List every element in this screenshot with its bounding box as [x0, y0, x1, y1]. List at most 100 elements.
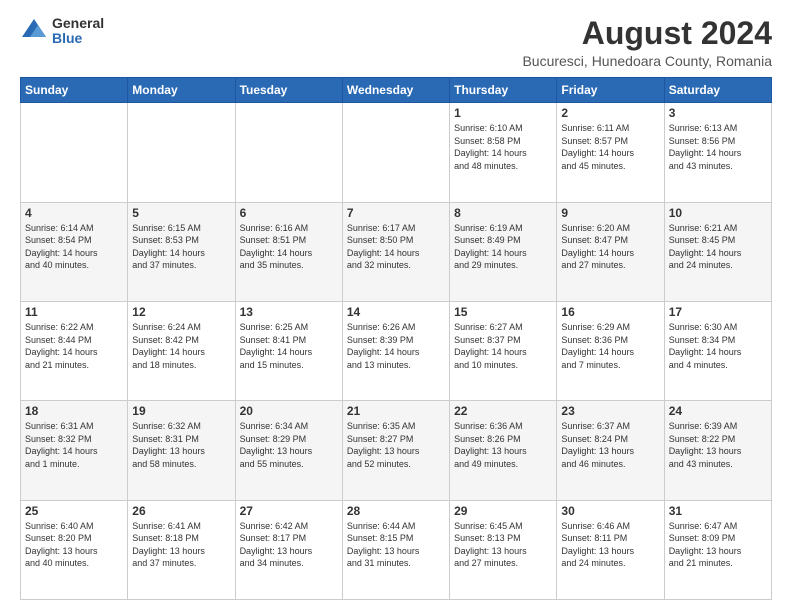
day-num-4-5: 30: [561, 504, 659, 518]
cell-3-3: 21Sunrise: 6:35 AM Sunset: 8:27 PM Dayli…: [342, 401, 449, 500]
logo-blue-text: Blue: [52, 31, 104, 46]
day-info-2-0: Sunrise: 6:22 AM Sunset: 8:44 PM Dayligh…: [25, 321, 123, 371]
day-info-2-2: Sunrise: 6:25 AM Sunset: 8:41 PM Dayligh…: [240, 321, 338, 371]
day-info-2-1: Sunrise: 6:24 AM Sunset: 8:42 PM Dayligh…: [132, 321, 230, 371]
day-info-4-4: Sunrise: 6:45 AM Sunset: 8:13 PM Dayligh…: [454, 520, 552, 570]
day-info-4-1: Sunrise: 6:41 AM Sunset: 8:18 PM Dayligh…: [132, 520, 230, 570]
page: General Blue August 2024 Bucuresci, Hune…: [0, 0, 792, 612]
day-info-2-3: Sunrise: 6:26 AM Sunset: 8:39 PM Dayligh…: [347, 321, 445, 371]
week-row-3: 18 Sunrise: 6:31 AM Sunset: 8:32 PM Dayli…: [21, 401, 772, 500]
cell-2-1: 12 Sunrise: 6:24 AM Sunset: 8:42 PM Dayli…: [128, 301, 235, 400]
day-info-1-1: Sunrise: 6:15 AM Sunset: 8:53 PM Dayligh…: [132, 222, 230, 272]
cell-1-4: 8Sunrise: 6:19 AM Sunset: 8:49 PM Daylig…: [450, 202, 557, 301]
day-num-1-0: 4: [25, 206, 123, 220]
day-info-4-5: Sunrise: 6:46 AM Sunset: 8:11 PM Dayligh…: [561, 520, 659, 570]
day-info-1-0: Sunrise: 6:14 AM Sunset: 8:54 PM Dayligh…: [25, 222, 123, 272]
day-info-1-5: Sunrise: 6:20 AM Sunset: 8:47 PM Dayligh…: [561, 222, 659, 272]
day-num-4-6: 31: [669, 504, 767, 518]
cell-3-2: 20 Sunrise: 6:34 AM Sunset: 8:29 PM Dayli…: [235, 401, 342, 500]
cell-0-6: 3 Sunrise: 6:13 AM Sunset: 8:56 PM Daylig…: [664, 103, 771, 202]
col-thursday: Thursday: [450, 78, 557, 103]
cell-2-2: 13 Sunrise: 6:25 AM Sunset: 8:41 PM Dayli…: [235, 301, 342, 400]
header-row: Sunday Monday Tuesday Wednesday Thursday…: [21, 78, 772, 103]
col-monday: Monday: [128, 78, 235, 103]
day-num-1-6: 10: [669, 206, 767, 220]
day-info-4-6: Sunrise: 6:47 AM Sunset: 8:09 PM Dayligh…: [669, 520, 767, 570]
day-num-4-3: 28: [347, 504, 445, 518]
day-num-3-1: 19: [132, 404, 230, 418]
day-info-0-4: Sunrise: 6:10 AM Sunset: 8:58 PM Dayligh…: [454, 122, 552, 172]
cell-0-1: [128, 103, 235, 202]
cell-3-4: 22Sunrise: 6:36 AM Sunset: 8:26 PM Dayli…: [450, 401, 557, 500]
col-friday: Friday: [557, 78, 664, 103]
cell-4-5: 30 Sunrise: 6:46 AM Sunset: 8:11 PM Dayli…: [557, 500, 664, 599]
day-num-2-6: 17: [669, 305, 767, 319]
day-num-3-2: 20: [240, 404, 338, 418]
cell-4-6: 31 Sunrise: 6:47 AM Sunset: 8:09 PM Dayli…: [664, 500, 771, 599]
cell-3-0: 18 Sunrise: 6:31 AM Sunset: 8:32 PM Dayli…: [21, 401, 128, 500]
cell-4-1: 26 Sunrise: 6:41 AM Sunset: 8:18 PM Dayli…: [128, 500, 235, 599]
day-num-2-4: 15: [454, 305, 552, 319]
day-num-2-2: 13: [240, 305, 338, 319]
title-block: August 2024 Bucuresci, Hunedoara County,…: [522, 16, 772, 69]
day-num-2-5: 16: [561, 305, 659, 319]
logo-text: General Blue: [52, 16, 104, 47]
subtitle: Bucuresci, Hunedoara County, Romania: [522, 53, 772, 69]
week-row-4: 25Sunrise: 6:40 AM Sunset: 8:20 PM Dayli…: [21, 500, 772, 599]
day-num-2-0: 11: [25, 305, 123, 319]
cell-1-3: 7 Sunrise: 6:17 AM Sunset: 8:50 PM Daylig…: [342, 202, 449, 301]
day-num-3-0: 18: [25, 404, 123, 418]
cell-2-0: 11 Sunrise: 6:22 AM Sunset: 8:44 PM Dayli…: [21, 301, 128, 400]
cell-3-5: 23Sunrise: 6:37 AM Sunset: 8:24 PM Dayli…: [557, 401, 664, 500]
col-tuesday: Tuesday: [235, 78, 342, 103]
calendar-body: 1 Sunrise: 6:10 AM Sunset: 8:58 PM Daylig…: [21, 103, 772, 600]
cell-3-1: 19Sunrise: 6:32 AM Sunset: 8:31 PM Dayli…: [128, 401, 235, 500]
day-info-2-4: Sunrise: 6:27 AM Sunset: 8:37 PM Dayligh…: [454, 321, 552, 371]
main-title: August 2024: [522, 16, 772, 51]
cell-1-2: 6Sunrise: 6:16 AM Sunset: 8:51 PM Daylig…: [235, 202, 342, 301]
logo: General Blue: [20, 16, 104, 47]
day-num-2-3: 14: [347, 305, 445, 319]
day-num-3-5: 23: [561, 404, 659, 418]
cell-0-0: [21, 103, 128, 202]
day-num-0-4: 1: [454, 106, 552, 120]
cell-1-1: 5Sunrise: 6:15 AM Sunset: 8:53 PM Daylig…: [128, 202, 235, 301]
cell-2-5: 16 Sunrise: 6:29 AM Sunset: 8:36 PM Dayli…: [557, 301, 664, 400]
day-info-0-6: Sunrise: 6:13 AM Sunset: 8:56 PM Dayligh…: [669, 122, 767, 172]
cell-2-4: 15 Sunrise: 6:27 AM Sunset: 8:37 PM Dayli…: [450, 301, 557, 400]
day-info-2-5: Sunrise: 6:29 AM Sunset: 8:36 PM Dayligh…: [561, 321, 659, 371]
day-num-1-4: 8: [454, 206, 552, 220]
cell-0-3: [342, 103, 449, 202]
calendar-header: Sunday Monday Tuesday Wednesday Thursday…: [21, 78, 772, 103]
day-info-4-0: Sunrise: 6:40 AM Sunset: 8:20 PM Dayligh…: [25, 520, 123, 570]
col-wednesday: Wednesday: [342, 78, 449, 103]
cell-0-5: 2Sunrise: 6:11 AM Sunset: 8:57 PM Daylig…: [557, 103, 664, 202]
logo-icon: [20, 17, 48, 45]
day-info-1-2: Sunrise: 6:16 AM Sunset: 8:51 PM Dayligh…: [240, 222, 338, 272]
cell-2-6: 17 Sunrise: 6:30 AM Sunset: 8:34 PM Dayli…: [664, 301, 771, 400]
calendar-table: Sunday Monday Tuesday Wednesday Thursday…: [20, 77, 772, 600]
day-info-2-6: Sunrise: 6:30 AM Sunset: 8:34 PM Dayligh…: [669, 321, 767, 371]
day-info-3-3: Sunrise: 6:35 AM Sunset: 8:27 PM Dayligh…: [347, 420, 445, 470]
day-num-4-4: 29: [454, 504, 552, 518]
day-info-3-4: Sunrise: 6:36 AM Sunset: 8:26 PM Dayligh…: [454, 420, 552, 470]
cell-1-0: 4 Sunrise: 6:14 AM Sunset: 8:54 PM Daylig…: [21, 202, 128, 301]
day-info-3-2: Sunrise: 6:34 AM Sunset: 8:29 PM Dayligh…: [240, 420, 338, 470]
cell-2-3: 14 Sunrise: 6:26 AM Sunset: 8:39 PM Dayli…: [342, 301, 449, 400]
cell-4-0: 25Sunrise: 6:40 AM Sunset: 8:20 PM Dayli…: [21, 500, 128, 599]
day-info-3-0: Sunrise: 6:31 AM Sunset: 8:32 PM Dayligh…: [25, 420, 123, 470]
day-num-4-2: 27: [240, 504, 338, 518]
day-num-1-5: 9: [561, 206, 659, 220]
day-info-1-6: Sunrise: 6:21 AM Sunset: 8:45 PM Dayligh…: [669, 222, 767, 272]
day-num-1-3: 7: [347, 206, 445, 220]
day-info-4-2: Sunrise: 6:42 AM Sunset: 8:17 PM Dayligh…: [240, 520, 338, 570]
cell-4-2: 27 Sunrise: 6:42 AM Sunset: 8:17 PM Dayli…: [235, 500, 342, 599]
day-info-4-3: Sunrise: 6:44 AM Sunset: 8:15 PM Dayligh…: [347, 520, 445, 570]
cell-3-6: 24Sunrise: 6:39 AM Sunset: 8:22 PM Dayli…: [664, 401, 771, 500]
col-sunday: Sunday: [21, 78, 128, 103]
day-num-2-1: 12: [132, 305, 230, 319]
cell-4-4: 29 Sunrise: 6:45 AM Sunset: 8:13 PM Dayli…: [450, 500, 557, 599]
day-info-1-3: Sunrise: 6:17 AM Sunset: 8:50 PM Dayligh…: [347, 222, 445, 272]
day-num-0-6: 3: [669, 106, 767, 120]
day-num-4-1: 26: [132, 504, 230, 518]
